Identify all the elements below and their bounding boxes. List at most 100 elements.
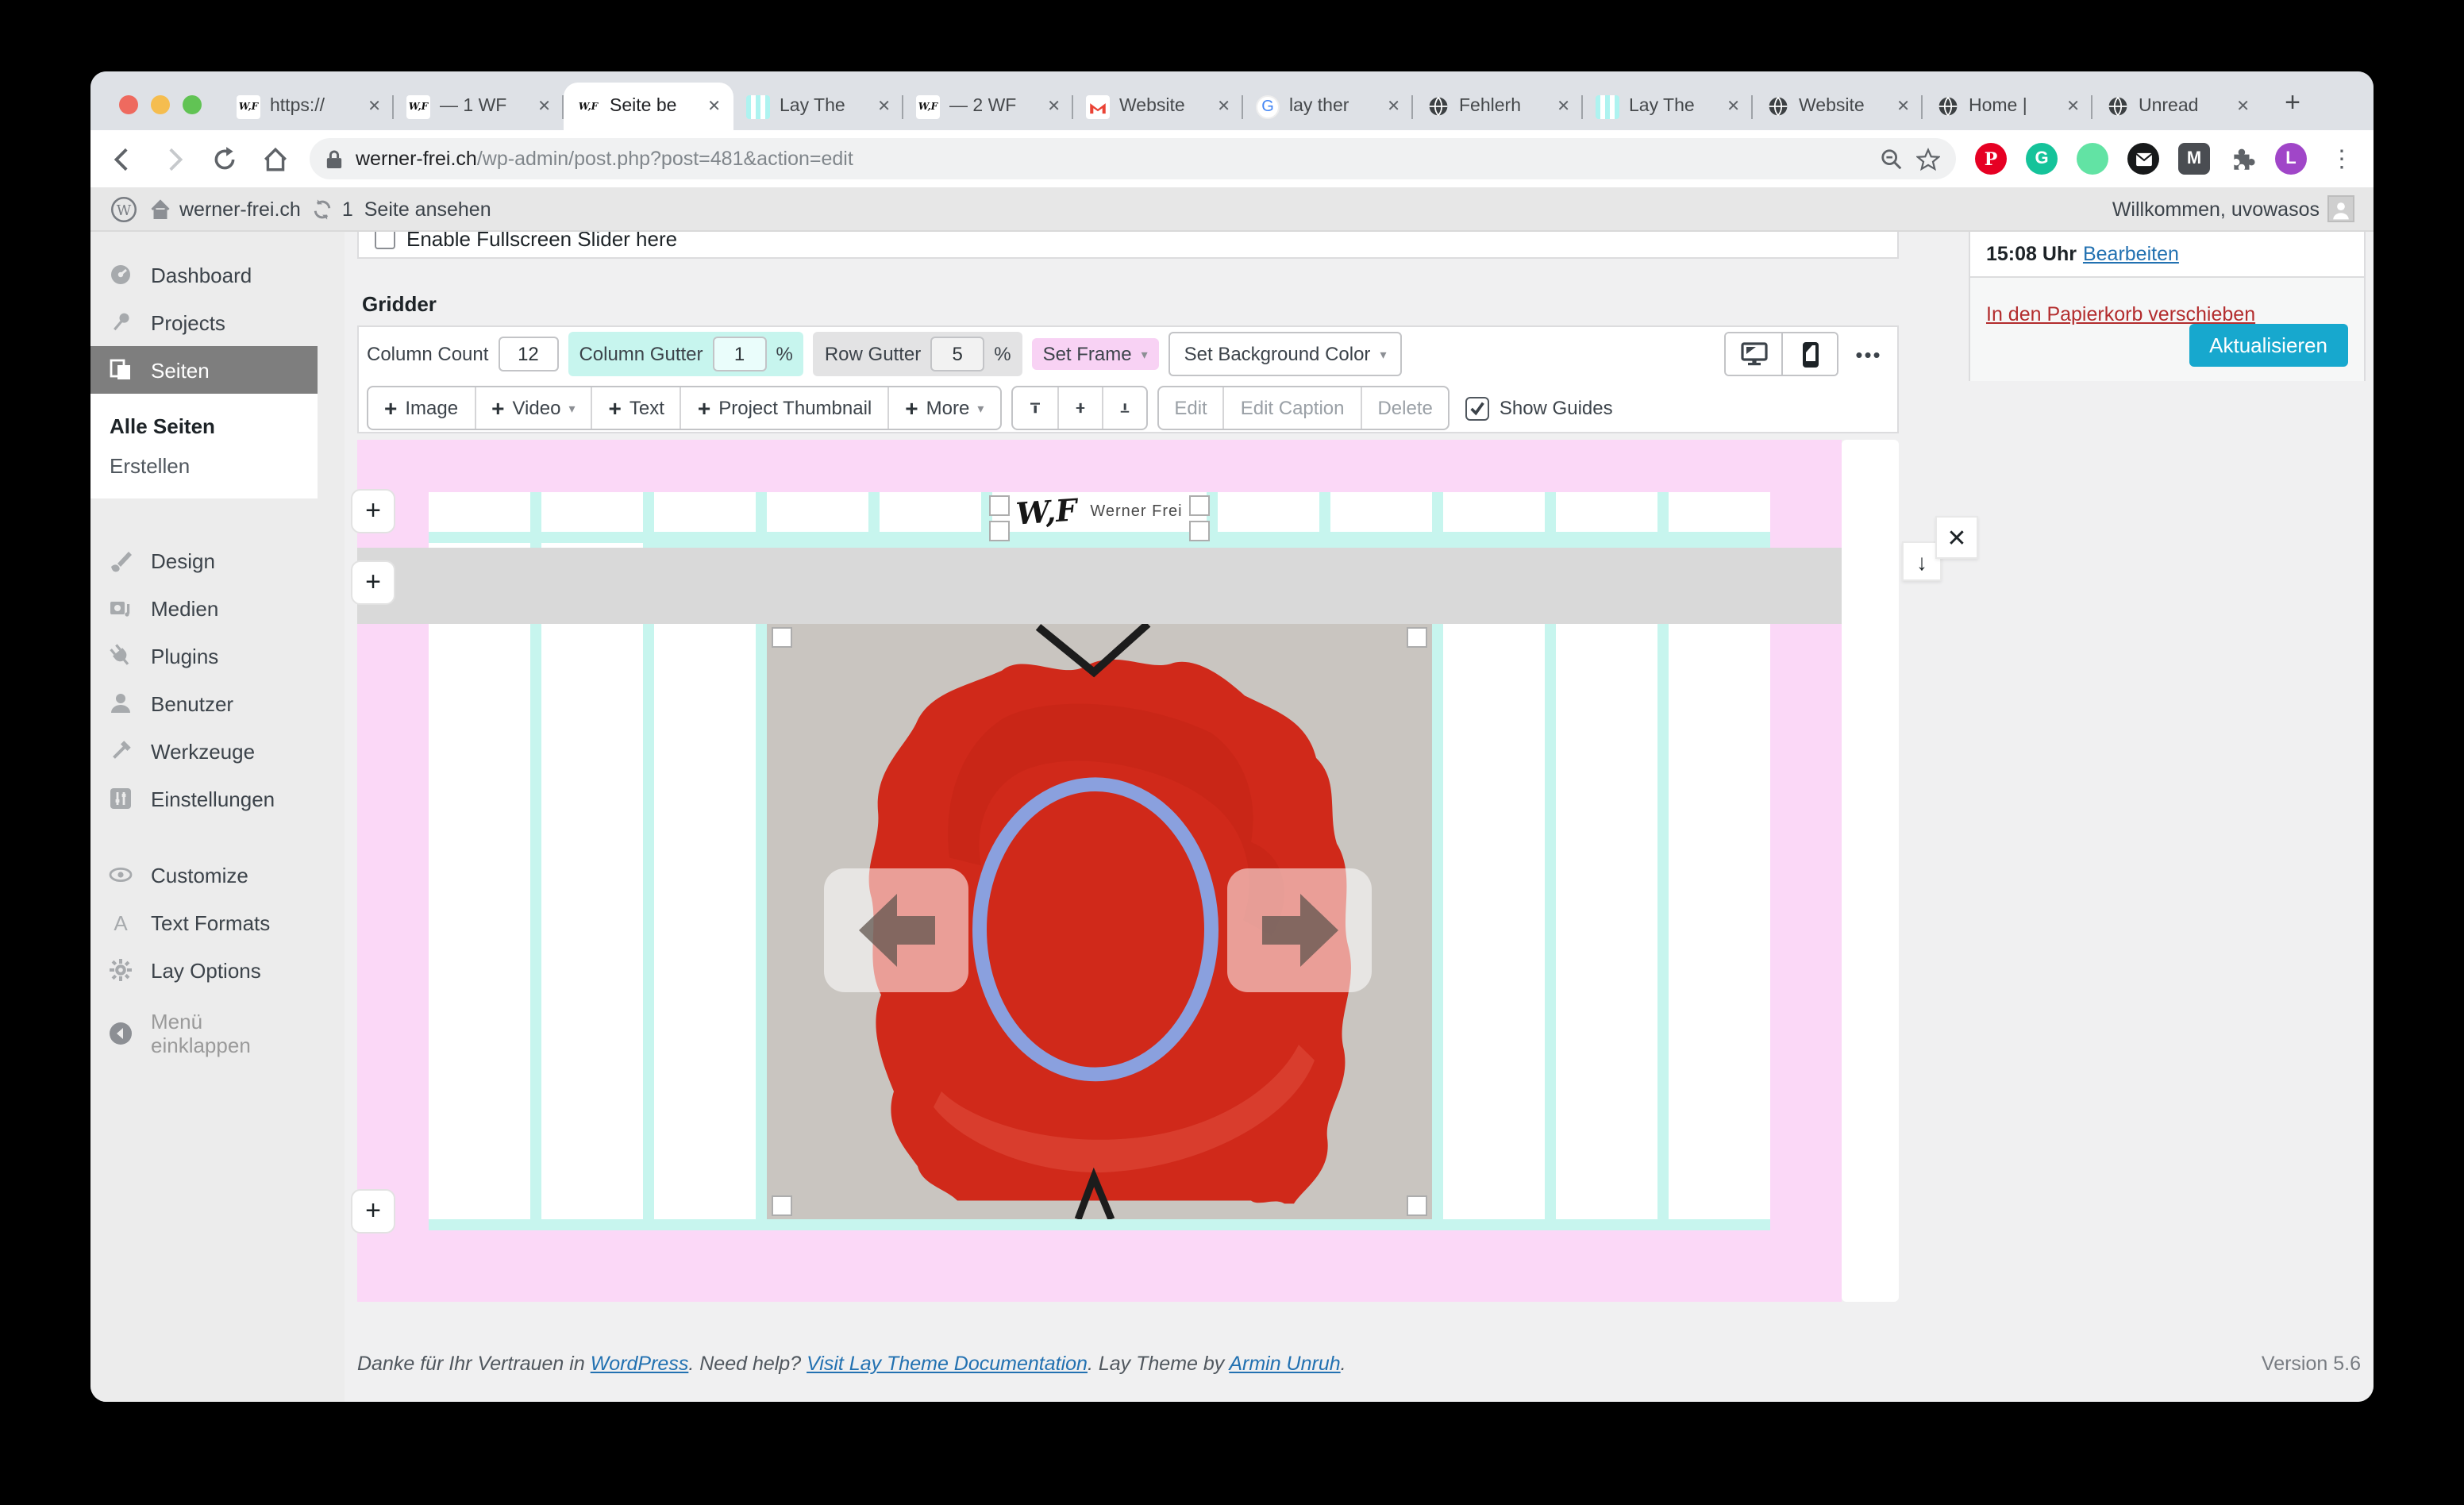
add-image-button[interactable]: +Image (368, 387, 474, 429)
author-link[interactable]: Armin Unruh (1229, 1353, 1340, 1375)
canvas-selected-row[interactable] (357, 548, 1842, 624)
tab-home[interactable]: Home |✕ (1923, 83, 2092, 130)
sidebar-item-customize[interactable]: Customize (90, 851, 318, 899)
edit-time-link[interactable]: Bearbeiten (2083, 243, 2179, 265)
site-menu-item[interactable]: werner-frei.ch (149, 198, 301, 220)
tab-https[interactable]: W,Fhttps://✕ (224, 83, 394, 130)
add-text-button[interactable]: +Text (591, 387, 680, 429)
desktop-preview-button[interactable] (1726, 333, 1781, 375)
sidebar-item-projects[interactable]: Projects (90, 298, 318, 346)
sidebar-item-benutzer[interactable]: Benutzer (90, 679, 318, 727)
grammarly-extension-icon[interactable]: G (2026, 143, 2058, 175)
close-tab-icon[interactable]: ✕ (1217, 98, 1230, 115)
resize-handle[interactable] (989, 495, 1010, 516)
view-page-menu-item[interactable]: Seite ansehen (364, 198, 491, 220)
delete-row-button[interactable]: ✕ (1935, 516, 1978, 559)
browser-profile-avatar[interactable]: L (2275, 143, 2307, 175)
add-more-button[interactable]: +More▾ (887, 387, 999, 429)
close-tab-icon[interactable]: ✕ (368, 98, 381, 115)
artwork-image[interactable] (767, 624, 1432, 1219)
extensions-puzzle-icon[interactable] (2229, 145, 2256, 172)
sidebar-item-text-formats[interactable]: AText Formats (90, 899, 318, 946)
resize-handle[interactable] (772, 1195, 792, 1216)
tab-website-2[interactable]: Website✕ (1753, 83, 1923, 130)
resize-handle[interactable] (1189, 521, 1210, 541)
close-tab-icon[interactable]: ✕ (1896, 98, 1910, 115)
close-window-button[interactable] (119, 95, 138, 114)
welcome-menu-item[interactable]: Willkommen, uvowasos (2112, 195, 2354, 222)
close-tab-icon[interactable]: ✕ (2066, 98, 2080, 115)
tab-fehler[interactable]: Fehlerh✕ (1413, 83, 1583, 130)
tab-lay-theme-2[interactable]: Lay The✕ (1583, 83, 1753, 130)
tab-2-wf[interactable]: W,F— 2 WF✕ (903, 83, 1073, 130)
minimize-window-button[interactable] (151, 95, 170, 114)
add-video-button[interactable]: +Video▾ (474, 387, 591, 429)
honey-extension-icon[interactable] (2077, 143, 2108, 175)
sidebar-item-medien[interactable]: Medien (90, 584, 318, 632)
close-tab-icon[interactable]: ✕ (1727, 98, 1740, 115)
align-bottom-button[interactable] (1101, 387, 1145, 429)
sidebar-item-einstellungen[interactable]: Einstellungen (90, 775, 318, 822)
new-tab-button[interactable]: + (2272, 83, 2313, 124)
sidebar-item-design[interactable]: Design (90, 537, 318, 584)
add-row-button[interactable]: + (351, 560, 395, 605)
sidebar-item-plugins[interactable]: Plugins (90, 632, 318, 679)
add-project-thumbnail-button[interactable]: +Project Thumbnail (680, 387, 887, 429)
address-bar[interactable]: werner-frei.ch/wp-admin/post.php?post=48… (310, 138, 1956, 179)
site-logo-element[interactable]: W,F Werner Frei (992, 492, 1207, 532)
pinterest-extension-icon[interactable]: P (1975, 143, 2007, 175)
back-icon[interactable] (106, 143, 138, 175)
sidebar-subitem-erstellen[interactable]: Erstellen (110, 446, 318, 486)
home-icon[interactable] (259, 143, 291, 175)
wordpress-logo-icon[interactable]: W (110, 194, 138, 223)
tab-lay-theme-search[interactable]: Glay ther✕ (1243, 83, 1413, 130)
row-gutter-input[interactable]: 5 (930, 337, 984, 371)
resize-handle[interactable] (989, 521, 1010, 541)
sidebar-item-werkzeuge[interactable]: Werkzeuge (90, 727, 318, 775)
mobile-preview-button[interactable] (1781, 333, 1837, 375)
gridder-canvas[interactable]: W,F Werner Frei (357, 440, 1842, 1302)
sidebar-item-seiten[interactable]: Seiten (90, 346, 318, 394)
slider-next-button[interactable] (1227, 868, 1372, 992)
align-middle-button[interactable] (1057, 387, 1101, 429)
resize-handle[interactable] (1407, 1195, 1427, 1216)
close-tab-icon[interactable]: ✕ (877, 98, 891, 115)
edit-button[interactable]: Edit (1158, 387, 1222, 429)
resize-handle[interactable] (1189, 495, 1210, 516)
fullscreen-slider-checkbox[interactable] (375, 232, 395, 249)
close-tab-icon[interactable]: ✕ (537, 98, 551, 115)
close-tab-icon[interactable]: ✕ (2236, 98, 2250, 115)
sidebar-item-dashboard[interactable]: Dashboard (90, 251, 318, 298)
mail-extension-icon[interactable] (2127, 143, 2159, 175)
merriam-webster-extension-icon[interactable]: M (2178, 143, 2210, 175)
browser-menu-icon[interactable]: ⋮ (2326, 143, 2358, 175)
add-row-button[interactable]: + (351, 1189, 395, 1234)
sidebar-subitem-alle-seiten[interactable]: Alle Seiten (110, 406, 318, 446)
forward-icon[interactable] (157, 143, 189, 175)
tab-lay-theme[interactable]: Lay The✕ (733, 83, 903, 130)
sidebar-item-lay-options[interactable]: Lay Options (90, 946, 318, 994)
tab-unread[interactable]: Unread✕ (2092, 83, 2262, 130)
add-row-button[interactable]: + (351, 489, 395, 533)
resize-handle[interactable] (772, 627, 792, 648)
updates-menu-item[interactable]: 1 (312, 198, 353, 220)
tab-1-wf[interactable]: W,F— 1 WF✕ (394, 83, 564, 130)
show-guides-checkbox[interactable] (1466, 396, 1490, 420)
bookmark-star-icon[interactable] (1916, 147, 1940, 171)
maximize-window-button[interactable] (183, 95, 202, 114)
column-count-input[interactable]: 12 (498, 337, 558, 371)
tab-seite-bearbeiten-active[interactable]: W,FSeite be✕ (564, 83, 733, 130)
wordpress-link[interactable]: WordPress (591, 1353, 689, 1375)
sidebar-item-collapse-menu[interactable]: Menü einklappen (90, 1010, 318, 1057)
align-top-button[interactable] (1012, 387, 1057, 429)
set-frame-button[interactable]: Set Frame ▾ (1032, 338, 1159, 370)
close-tab-icon[interactable]: ✕ (1047, 98, 1061, 115)
close-tab-icon[interactable]: ✕ (1387, 98, 1400, 115)
close-tab-icon[interactable]: ✕ (707, 98, 721, 115)
more-options-button[interactable]: ••• (1848, 332, 1889, 376)
edit-caption-button[interactable]: Edit Caption (1223, 387, 1361, 429)
delete-button[interactable]: Delete (1360, 387, 1448, 429)
zoom-out-icon[interactable] (1880, 147, 1904, 171)
lay-theme-doc-link[interactable]: Visit Lay Theme Documentation (807, 1353, 1088, 1375)
reload-icon[interactable] (208, 143, 240, 175)
